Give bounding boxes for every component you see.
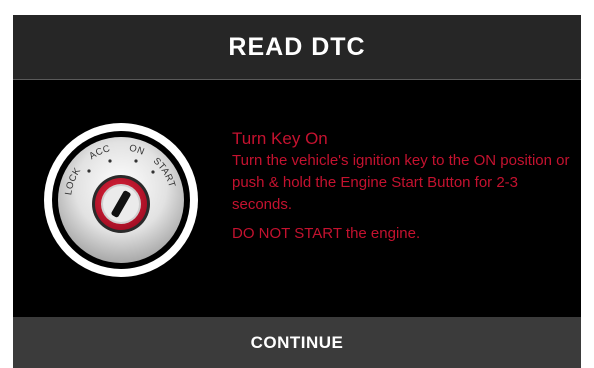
continue-button[interactable]: CONTINUE <box>13 317 581 368</box>
dialog-title: READ DTC <box>228 32 366 61</box>
dialog-body: LOCK ACC ON START Turn Key On Turn the v… <box>13 80 581 317</box>
read-dtc-dialog: READ DTC LOCK ACC ON START Turn Key On T… <box>13 15 581 368</box>
ignition-key-icon: LOCK ACC ON START <box>44 123 198 277</box>
instruction-title: Turn Key On <box>232 129 328 148</box>
dialog-header: READ DTC <box>13 15 581 80</box>
continue-label: CONTINUE <box>250 332 344 352</box>
instruction-warning: DO NOT START the engine. <box>232 225 421 242</box>
instruction-description: Turn the vehicle's ignition key to the O… <box>232 152 570 213</box>
instruction-text: Turn Key On Turn the vehicle's ignition … <box>232 128 577 245</box>
